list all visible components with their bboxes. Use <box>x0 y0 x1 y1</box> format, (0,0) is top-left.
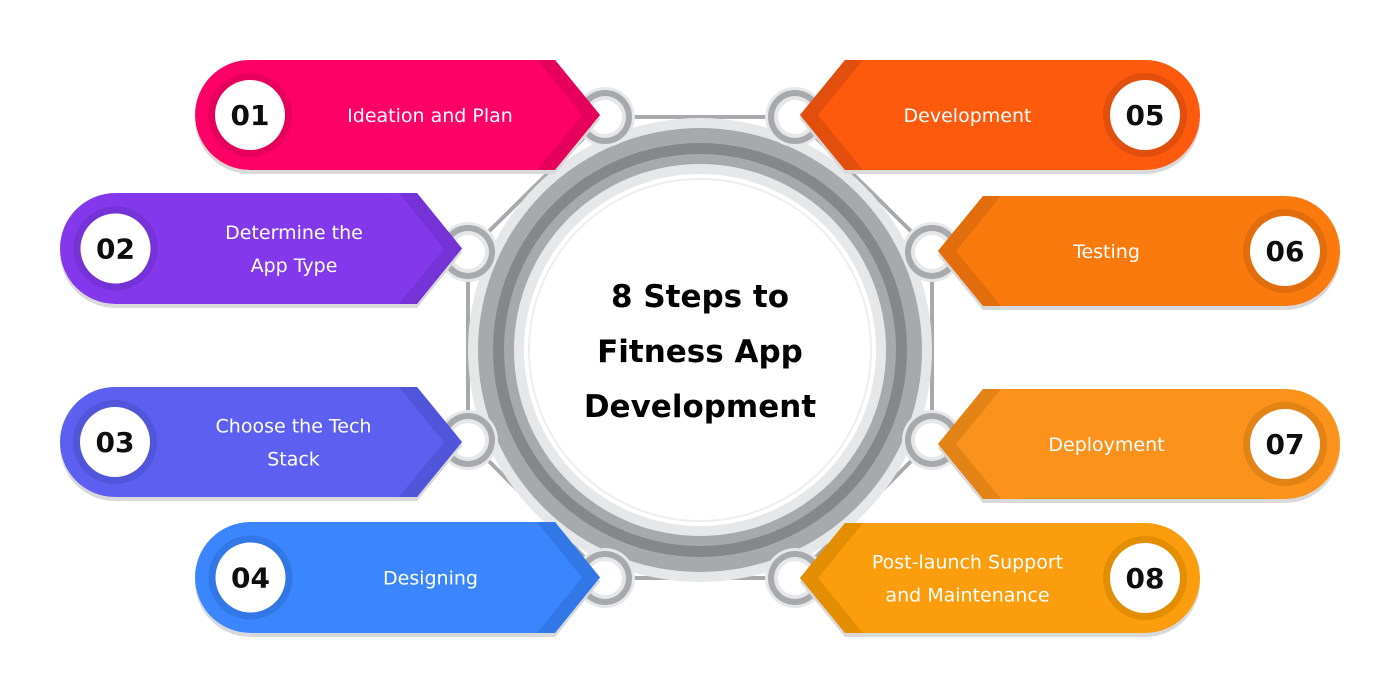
step-label-line: Testing <box>1072 241 1140 263</box>
step-03[interactable]: 03 Choose the Tech Stack <box>60 387 462 497</box>
step-number: 02 <box>96 233 135 266</box>
step-number: 04 <box>231 562 270 595</box>
step-label-line: Ideation and Plan <box>347 105 513 127</box>
step-05[interactable]: 05 Development <box>800 60 1200 170</box>
step-label-line: Deployment <box>1048 434 1164 456</box>
step-label-line: Development <box>904 105 1032 127</box>
step-08[interactable]: 08 Post-launch Support and Maintenance <box>800 523 1200 633</box>
center-title: 8 Steps to Fitness App Development <box>584 279 816 425</box>
step-number: 08 <box>1126 562 1165 595</box>
step-04[interactable]: 04 Designing <box>195 522 600 633</box>
title-line-3: Development <box>584 389 816 425</box>
step-label-line: App Type <box>251 255 338 277</box>
step-06[interactable]: 06 Testing <box>938 196 1340 306</box>
step-number: 03 <box>96 426 135 459</box>
step-01[interactable]: 01 Ideation and Plan <box>195 60 600 170</box>
step-label-line: and Maintenance <box>885 585 1049 607</box>
step-label-line: Determine the <box>225 222 363 244</box>
step-number: 01 <box>231 99 270 132</box>
step-number: 05 <box>1126 99 1165 132</box>
fitness-app-steps-diagram: 01 Ideation and Plan 02 Determine the App Ty… <box>60 60 1340 633</box>
title-line-1: 8 Steps to <box>611 279 789 315</box>
step-02[interactable]: 02 Determine the App Type <box>60 193 463 304</box>
step-07[interactable]: 07 Deployment <box>938 389 1340 499</box>
step-number: 07 <box>1266 428 1305 461</box>
step-label-line: Stack <box>267 449 320 471</box>
step-number: 06 <box>1266 235 1305 268</box>
step-label-line: Designing <box>383 568 478 590</box>
step-label-line: Post-launch Support <box>872 552 1063 574</box>
step-label-line: Choose the Tech <box>216 416 372 438</box>
title-line-2: Fitness App <box>597 334 803 370</box>
